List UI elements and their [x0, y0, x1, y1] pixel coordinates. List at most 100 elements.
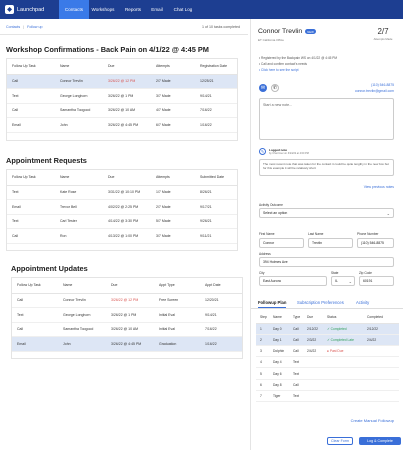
brand-logo[interactable]: ◆ Launchpad: [5, 4, 44, 15]
address-label: Address: [259, 252, 271, 256]
last-name-field[interactable]: Trevlin: [308, 238, 353, 248]
cell-name: Connor Trevlin: [55, 74, 103, 89]
table-row[interactable]: Email John 3/26/22 @ 4:45 PM 6/7 Made 1/…: [7, 117, 237, 133]
confirmations-title: Workshop Confirmations - Back Pain on 4/…: [6, 45, 209, 54]
table-row[interactable]: Call Samantha Toogood 3/26/22 @ 10 AM 4/…: [7, 103, 237, 118]
table-row[interactable]: 6 Day 8 Call: [256, 379, 399, 391]
cell-date: 7/16/22: [195, 103, 237, 118]
cell-due: 2/3/22: [303, 334, 323, 347]
cell-name: Ron: [55, 228, 103, 244]
breadcrumb-follow-up[interactable]: Follow up: [27, 25, 42, 29]
phone-icon[interactable]: ✆: [271, 84, 279, 92]
cell-due: 2/12/22: [303, 323, 323, 335]
nav-workshops[interactable]: Workshops: [89, 0, 117, 19]
chevron-down-icon: ⌄: [348, 278, 352, 284]
logged-by-info: Logged note by Chat User on 3/24/22 at 4…: [269, 148, 309, 155]
cell-due: 3/26/22 @ 4:45 PM: [103, 117, 151, 133]
log-complete-button[interactable]: Log & Complete: [359, 437, 401, 445]
cell-due: 3/26/22 @ 1 PM: [103, 88, 151, 104]
table-row[interactable]: Email Trevor Bell 4/02/22 @ 2:25 PM 2/7 …: [7, 199, 237, 215]
address-field[interactable]: 394 Holmes Ave: [259, 257, 394, 267]
clear-form-button[interactable]: Clear Form: [327, 437, 353, 445]
cell-name: Dolphin: [269, 345, 289, 358]
outcome-select[interactable]: Select an option ⌄: [259, 208, 394, 218]
cell-step: 7: [256, 390, 269, 403]
cell-name: Day 0: [269, 323, 289, 335]
create-manual-followup-link[interactable]: Create Manual Followup: [351, 418, 394, 423]
cell-due: 4/02/22 @ 2:25 PM: [103, 199, 151, 215]
cell-date: 9/17/21: [195, 199, 237, 215]
nav-reports[interactable]: Reports: [120, 0, 146, 19]
city-field[interactable]: East Aurora: [259, 276, 327, 286]
logged-note-text: The most recent note that was taken for …: [259, 159, 394, 176]
cell-attempts: 2/7 Made: [151, 74, 195, 89]
zip-label: Zip Code: [359, 271, 372, 275]
table-row[interactable]: 3 Dolphin Call 2/4/22 ● Past Due: [256, 345, 399, 358]
table-row[interactable]: 4 Day 4 Text: [256, 356, 399, 369]
table-row[interactable]: Call Ron 4/13/22 @ 1:00 PM 3/7 Made 9/11…: [7, 228, 237, 244]
state-select[interactable]: IL ⌄: [331, 276, 355, 286]
col-due: Due: [303, 312, 323, 324]
contact-email[interactable]: connor.trevlin@gmail.com: [355, 89, 394, 93]
table-row[interactable]: 7 Tiger Text: [256, 390, 399, 403]
table-row[interactable]: Text George Longhorn 3/26/22 @ 1 PM Init…: [12, 307, 242, 323]
nav-chat-log[interactable]: Chat Log: [170, 0, 196, 19]
table-row[interactable]: Email John 3/26/22 @ 4:45 PM Graduation …: [12, 336, 242, 352]
col-appt-type: Appt Type: [154, 278, 200, 294]
zip-field[interactable]: 60191: [359, 276, 394, 286]
cell-due: 4/13/22 @ 1:00 PM: [103, 228, 151, 244]
cell-name: Samantha Toogood: [58, 322, 106, 337]
cell-due: 2/4/22: [303, 345, 323, 358]
tab-followup-plan[interactable]: Followup Plan: [258, 300, 287, 308]
table-row[interactable]: 2 Day 1 Call 2/3/22 ✓ Completed Late 2/4…: [256, 334, 399, 347]
cell-type: Text: [289, 390, 303, 403]
note-input[interactable]: Start a new note...: [259, 98, 394, 140]
cell-step: 2: [256, 334, 269, 347]
task-progress: 1 of 10 tasks completed: [202, 25, 240, 29]
cell-step: 3: [256, 345, 269, 358]
contact-phone[interactable]: (110) 546-8875: [371, 83, 394, 87]
table-row[interactable]: Call Connor Trevlin 3/26/22 @ 12 PM 2/7 …: [7, 74, 237, 89]
col-appt-date: Appt Date: [200, 278, 242, 294]
contact-office: ET California Office: [258, 38, 284, 42]
table-row[interactable]: Text Carl Tester 4/14/22 @ 3:30 PM 5/7 M…: [7, 214, 237, 229]
cell-date: 1/16/22: [195, 117, 237, 133]
state-value: IL: [335, 279, 338, 283]
breadcrumb-contacts[interactable]: Contacts: [6, 25, 20, 29]
cell-attempts: 1/7 Made: [151, 185, 195, 200]
cell-due: [303, 356, 323, 369]
tab-subscription-preferences[interactable]: Subscription Preferences: [297, 300, 344, 305]
cell-completed: [363, 345, 399, 358]
cell-due: 3/26/22 @ 10 AM: [103, 103, 151, 118]
table-row[interactable]: Call Samantha Toogood 3/26/22 @ 10 AM In…: [12, 322, 242, 337]
col-step: Step: [256, 312, 269, 324]
panel-tabs: Followup Plan Subscription Preferences A…: [251, 297, 403, 309]
cell-date: 8/26/21: [195, 185, 237, 200]
nav-contacts[interactable]: Contacts: [59, 0, 89, 19]
contact-name: Connor Trevlin: [258, 28, 303, 35]
nav-email[interactable]: Email: [146, 0, 168, 19]
phone-label: Phone Number: [357, 232, 379, 236]
cell-name: Day 6: [269, 367, 289, 380]
cell-date: 9/26/21: [195, 214, 237, 229]
first-name-field[interactable]: Connor: [259, 238, 304, 248]
table-row[interactable]: Text George Longhorn 3/26/22 @ 1 PM 3/7 …: [7, 88, 237, 104]
cell-due: 4/14/22 @ 3:30 PM: [103, 214, 151, 229]
tab-activity[interactable]: Activity: [356, 300, 369, 305]
view-previous-notes[interactable]: View previous notes: [364, 185, 394, 189]
table-row[interactable]: Text Kate Rose 3/31/22 @ 10:10 PM 1/7 Ma…: [7, 185, 237, 200]
table-row[interactable]: 5 Day 6 Text: [256, 367, 399, 380]
updates-title: Appointment Updates: [11, 264, 88, 273]
phone-field[interactable]: (110) 546-8875: [357, 238, 394, 248]
table-row[interactable]: Call Connor Trevlin 3/26/22 @ 12 PM Free…: [12, 293, 242, 308]
table-row[interactable]: 1 Day 0 Call 2/12/22 ✓ Completed 2/12/22: [256, 323, 399, 335]
chat-icon[interactable]: ✉: [259, 84, 267, 92]
cell-due: 3/26/22 @ 10 AM: [106, 322, 154, 337]
script-link[interactable]: • Click here to see the script: [259, 68, 337, 72]
state-label: State: [331, 271, 339, 275]
cell-date: 9/14/21: [195, 88, 237, 104]
logged-note-header: ✎ Logged note by Chat User on 3/24/22 at…: [259, 148, 309, 155]
cell-date: 12/20/21: [200, 293, 242, 308]
cell-due: [303, 367, 323, 380]
logged-meta: by Chat User on 3/24/22 at 4:00 PM: [269, 152, 309, 155]
